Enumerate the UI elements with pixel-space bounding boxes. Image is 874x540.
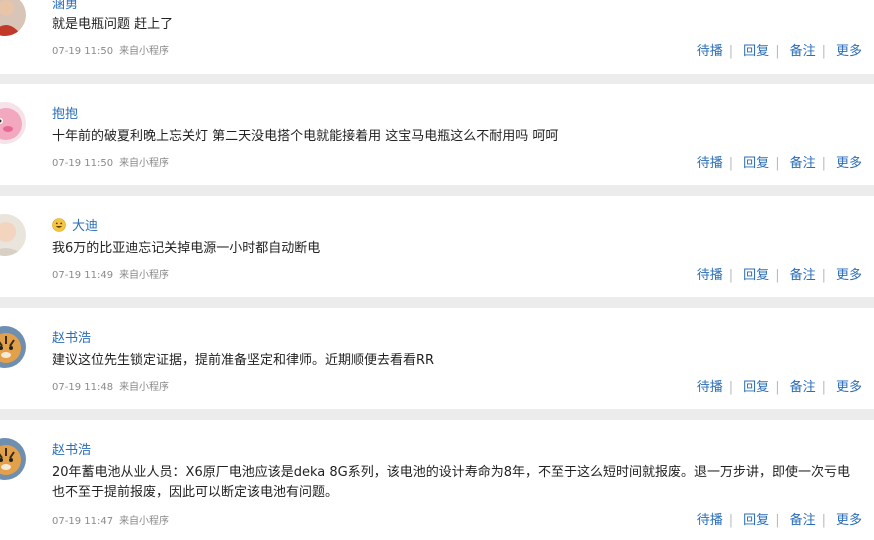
separator: |	[775, 380, 780, 395]
comment-item: 赵书浩 建议这位先生锁定证据，提前准备坚定和律师。近期顺便去看看RR 07-19…	[0, 308, 874, 409]
more-button[interactable]: 更多	[836, 513, 862, 528]
tiger-avatar-icon	[0, 438, 26, 480]
avatar[interactable]	[0, 0, 26, 36]
tiger-avatar-icon	[0, 326, 26, 368]
more-button[interactable]: 更多	[836, 156, 862, 171]
reply-button[interactable]: 回复	[743, 513, 769, 528]
username[interactable]: 大迪	[52, 215, 98, 234]
comment-actions: 待播 | 回复 | 备注 | 更多	[697, 264, 862, 283]
separator: |	[728, 156, 734, 171]
avatar[interactable]	[0, 326, 26, 368]
more-button[interactable]: 更多	[836, 268, 862, 283]
comment-item: 涵勇 就是电瓶问题 赶上了 07-19 11:50 来自小程序 待播 | 回复 | 备注 |…	[0, 0, 874, 74]
avatar[interactable]	[0, 438, 26, 480]
source-label: 来自小程序	[119, 516, 170, 527]
reply-button[interactable]: 回复	[743, 380, 769, 395]
comment-meta: 07-19 11:47 来自小程序	[52, 512, 169, 527]
note-button[interactable]: 备注	[790, 513, 816, 528]
comment-text: 我6万的比亚迪忘记关掉电源一小时都自动断电	[52, 241, 321, 256]
timestamp: 07-19 11:49	[52, 270, 114, 281]
username[interactable]: 赵书浩	[52, 439, 91, 458]
username[interactable]: 赵书浩	[52, 327, 91, 346]
separator: |	[821, 268, 826, 283]
separator: |	[821, 44, 826, 59]
separator: |	[728, 380, 734, 395]
separator: |	[728, 513, 734, 528]
reply-button[interactable]: 回复	[743, 268, 769, 283]
comment-meta: 07-19 11:49 来自小程序	[52, 266, 169, 281]
comment-text: 建议这位先生锁定证据，提前准备坚定和律师。近期顺便去看看RR	[52, 353, 435, 368]
comment-item: 赵书浩 20年蓄电池从业人员：X6原厂电池应该是deka 8G系列，该电池的设计…	[0, 420, 874, 540]
avatar[interactable]	[0, 102, 26, 144]
pink-plush-avatar-icon	[0, 102, 26, 144]
comment-meta: 07-19 11:50 来自小程序	[52, 42, 169, 57]
separator: |	[821, 513, 826, 528]
pending-button[interactable]: 待播	[697, 156, 723, 171]
comment-actions: 待播 | 回复 | 备注 | 更多	[697, 40, 862, 59]
separator: |	[728, 268, 734, 283]
reply-button[interactable]: 回复	[743, 44, 769, 59]
source-label: 来自小程序	[119, 270, 170, 281]
comment-text: 十年前的破夏利晚上忘关灯 第二天没电搭个电就能接着用 这宝马电瓶这么不耐用吗 呵…	[52, 129, 559, 144]
comment-text: 就是电瓶问题 赶上了	[52, 17, 174, 32]
pending-button[interactable]: 待播	[697, 268, 723, 283]
reply-button[interactable]: 回复	[743, 156, 769, 171]
pending-button[interactable]: 待播	[697, 513, 723, 528]
timestamp: 07-19 11:47	[52, 516, 114, 527]
note-button[interactable]: 备注	[790, 380, 816, 395]
username[interactable]: 涵勇	[52, 0, 78, 12]
avatar[interactable]	[0, 214, 26, 256]
more-button[interactable]: 更多	[836, 44, 862, 59]
comment-actions: 待播 | 回复 | 备注 | 更多	[697, 152, 862, 171]
username[interactable]: 抱抱	[52, 103, 78, 122]
more-button[interactable]: 更多	[836, 380, 862, 395]
pending-button[interactable]: 待播	[697, 380, 723, 395]
comment-actions: 待播 | 回复 | 备注 | 更多	[697, 509, 862, 528]
separator: |	[775, 156, 780, 171]
source-label: 来自小程序	[119, 46, 170, 57]
separator: |	[821, 156, 826, 171]
timestamp: 07-19 11:50	[52, 46, 114, 57]
comment-item: 大迪 我6万的比亚迪忘记关掉电源一小时都自动断电 07-19 11:49 来自小程…	[0, 196, 874, 297]
timestamp: 07-19 11:48	[52, 382, 114, 393]
comment-meta: 07-19 11:48 来自小程序	[52, 378, 169, 393]
note-button[interactable]: 备注	[790, 268, 816, 283]
baby-avatar-icon	[0, 214, 26, 256]
separator: |	[821, 380, 826, 395]
comment-actions: 待播 | 回复 | 备注 | 更多	[697, 376, 862, 395]
pending-button[interactable]: 待播	[697, 44, 723, 59]
note-button[interactable]: 备注	[790, 44, 816, 59]
separator: |	[728, 44, 734, 59]
portrait-red-avatar-icon	[0, 0, 26, 36]
comment-meta: 07-19 11:50 来自小程序	[52, 154, 169, 169]
grinning-face-icon	[52, 218, 66, 232]
comment-item: 抱抱 十年前的破夏利晚上忘关灯 第二天没电搭个电就能接着用 这宝马电瓶这么不耐用…	[0, 84, 874, 185]
source-label: 来自小程序	[119, 382, 170, 393]
separator: |	[775, 268, 780, 283]
comment-text: 20年蓄电池从业人员：X6原厂电池应该是deka 8G系列，该电池的设计寿命为8…	[52, 465, 850, 500]
timestamp: 07-19 11:50	[52, 158, 114, 169]
separator: |	[775, 513, 780, 528]
note-button[interactable]: 备注	[790, 156, 816, 171]
separator: |	[775, 44, 780, 59]
source-label: 来自小程序	[119, 158, 170, 169]
